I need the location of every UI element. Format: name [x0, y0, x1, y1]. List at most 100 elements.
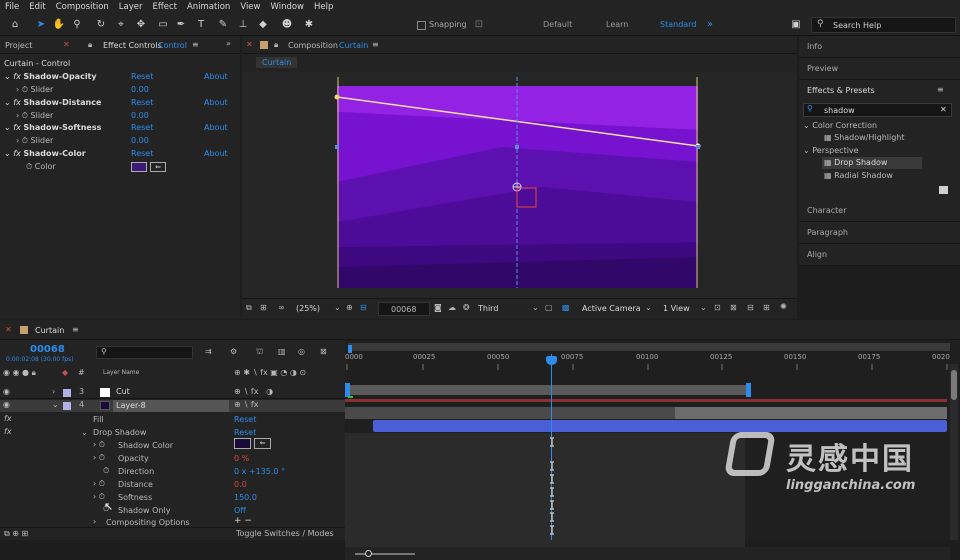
- menu-window[interactable]: Window: [265, 2, 309, 12]
- slider-value[interactable]: 0.00: [131, 110, 149, 122]
- tree-folder[interactable]: ⌄ Perspective: [803, 145, 859, 157]
- motion-blur-icon[interactable]: ◎: [298, 347, 305, 356]
- camera-dropdown[interactable]: Active Camera: [582, 304, 641, 313]
- visibility-icon[interactable]: ◉: [3, 400, 10, 409]
- frame-blending-icon[interactable]: ▥: [278, 347, 286, 356]
- search-help-field[interactable]: ⚲ Search Help: [811, 17, 956, 33]
- opacity-value[interactable]: 0 %: [234, 454, 249, 463]
- always-preview-icon[interactable]: ⧉: [246, 303, 252, 313]
- layer-row[interactable]: ◉ › 3 Cut ⊕ ∖ fx ◑: [0, 387, 345, 399]
- timecode-field[interactable]: 00068: [378, 302, 430, 316]
- new-bin-icon[interactable]: [939, 186, 948, 194]
- toggle-pixel-icon[interactable]: ⊡: [714, 303, 721, 312]
- brush-tool-icon[interactable]: ✎: [216, 18, 230, 32]
- collapse-icon[interactable]: ⌄: [81, 428, 88, 437]
- menu-view[interactable]: View: [235, 2, 265, 12]
- expand-icon[interactable]: › ⏱: [93, 453, 105, 463]
- lock-icon[interactable]: 🔒︎: [274, 40, 278, 50]
- info-panel-header[interactable]: Info: [799, 36, 960, 58]
- shadow-color-swatch[interactable]: [234, 438, 251, 449]
- reset-link[interactable]: Reset: [131, 148, 153, 160]
- timeline-scrollbar[interactable]: [950, 364, 958, 540]
- align-panel-header[interactable]: Align: [799, 244, 960, 266]
- menu-help[interactable]: Help: [309, 2, 338, 12]
- reset-link[interactable]: Reset: [131, 97, 153, 109]
- clear-search-icon[interactable]: ✕: [940, 105, 947, 114]
- panel-menu-icon[interactable]: ≡: [72, 325, 79, 334]
- show-snapshot-icon[interactable]: ☁: [448, 303, 456, 312]
- roi-icon[interactable]: ▢: [545, 303, 553, 312]
- effect-controls-target[interactable]: Control: [158, 41, 187, 50]
- tree-item[interactable]: ▦ Radial Shadow: [824, 170, 893, 182]
- menu-animation[interactable]: Animation: [182, 2, 235, 12]
- panel-menu-icon[interactable]: ≡: [937, 85, 944, 94]
- reset-link[interactable]: Reset: [131, 71, 153, 83]
- work-area-end-handle[interactable]: [746, 383, 751, 397]
- puppet-tool-icon[interactable]: ✱: [302, 18, 316, 32]
- layer-name-field[interactable]: Layer-8: [113, 400, 229, 412]
- panel-menu-icon[interactable]: ≡: [192, 40, 199, 49]
- reset-link[interactable]: Reset: [234, 415, 256, 424]
- selection-tool-icon[interactable]: ➤: [34, 18, 48, 32]
- tree-item-selected[interactable]: ▦ Drop Shadow: [822, 157, 922, 169]
- paragraph-panel-header[interactable]: Paragraph: [799, 222, 960, 244]
- close-icon[interactable]: ✕: [246, 40, 253, 49]
- eyedropper-icon[interactable]: ⇐: [254, 438, 271, 449]
- rectangle-tool-icon[interactable]: ▭: [156, 18, 170, 32]
- menu-file[interactable]: File: [0, 2, 24, 12]
- expand-icon[interactable]: › ⏱: [93, 479, 105, 489]
- reset-link[interactable]: Reset: [131, 122, 153, 134]
- navigator-start-handle[interactable]: [348, 345, 352, 353]
- workspace-default[interactable]: Default: [543, 20, 572, 29]
- tab-project[interactable]: Project: [5, 41, 32, 50]
- snapping-checkbox[interactable]: [417, 21, 426, 30]
- close-icon[interactable]: ✕: [63, 40, 70, 49]
- expand-icon[interactable]: › ⏱: [93, 440, 105, 450]
- about-link[interactable]: About: [204, 71, 228, 83]
- eyedropper-icon[interactable]: ⇐: [150, 162, 166, 172]
- slider-value[interactable]: 0.00: [131, 135, 149, 147]
- zoom-tool-icon[interactable]: ⚲: [70, 18, 84, 32]
- comp-mini-flowchart-icon[interactable]: ⇉: [205, 347, 212, 356]
- about-link[interactable]: About: [204, 97, 228, 109]
- expand-icon[interactable]: ›: [52, 387, 55, 396]
- slider-value[interactable]: 0.00: [131, 84, 149, 96]
- layer-name[interactable]: Cut: [116, 387, 130, 396]
- menu-edit[interactable]: Edit: [24, 2, 50, 12]
- property-label[interactable]: Drop Shadow: [93, 428, 146, 437]
- about-link[interactable]: About: [204, 122, 228, 134]
- mask-visibility-icon[interactable]: ∞: [278, 303, 285, 312]
- chevron-down-icon[interactable]: ⌄: [532, 303, 539, 312]
- transparency-grid-icon[interactable]: ▩: [562, 303, 570, 312]
- preview-panel-header[interactable]: Preview: [799, 58, 960, 80]
- snapshot-icon[interactable]: ◙: [434, 303, 442, 312]
- zoom-dropdown[interactable]: (25%): [296, 304, 320, 313]
- exposure-icon[interactable]: ✺: [780, 302, 787, 311]
- pen-tool-icon[interactable]: ✒: [174, 18, 188, 32]
- breadcrumb[interactable]: Curtain: [256, 57, 298, 68]
- effects-search-input[interactable]: ⚲ shadow ✕: [803, 103, 952, 117]
- fx-icon[interactable]: fx: [4, 427, 12, 436]
- region-icon[interactable]: ⊞: [260, 303, 267, 312]
- effect-row[interactable]: ⌄ fx Shadow-Color: [4, 148, 86, 160]
- shadow-only-value[interactable]: Off: [234, 506, 246, 515]
- scrollbar-thumb[interactable]: [951, 370, 957, 400]
- flowchart-icon[interactable]: ⊞: [763, 303, 770, 312]
- hand-tool-icon[interactable]: ✋: [52, 18, 66, 32]
- collapse-icon[interactable]: ⌄: [52, 400, 59, 409]
- lock-icon[interactable]: 🔒︎: [88, 40, 92, 50]
- type-tool-icon[interactable]: T: [194, 18, 208, 32]
- visibility-icon[interactable]: ◉: [3, 387, 10, 396]
- fx-icon[interactable]: fx: [4, 414, 12, 423]
- pan-behind-tool-icon[interactable]: ✥: [134, 18, 148, 32]
- expand-panels-icon[interactable]: »: [226, 39, 231, 48]
- effect-row[interactable]: ⌄ fx Shadow-Opacity: [4, 71, 97, 83]
- direction-value[interactable]: 0 x +135.0 °: [234, 467, 285, 476]
- tree-item[interactable]: ▦ Shadow/Highlight: [824, 132, 905, 144]
- about-link[interactable]: About: [204, 148, 228, 160]
- chevron-down-icon[interactable]: ⌄: [334, 303, 341, 312]
- roto-brush-tool-icon[interactable]: ☻: [280, 18, 294, 32]
- work-area-navigator[interactable]: [348, 343, 950, 351]
- work-area-bar[interactable]: [348, 385, 750, 395]
- eraser-tool-icon[interactable]: ◆: [256, 18, 270, 32]
